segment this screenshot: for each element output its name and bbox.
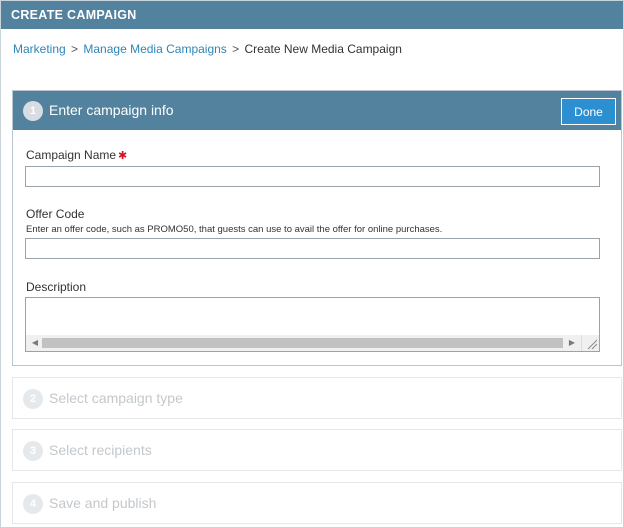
campaign-name-label: Campaign Name ✱ bbox=[26, 148, 127, 162]
step-select-recipients: 3 Select recipients bbox=[12, 429, 622, 471]
step-save-and-publish: 4 Save and publish bbox=[12, 482, 622, 524]
scroll-right-arrow-icon[interactable]: ▶ bbox=[565, 335, 579, 351]
step-2-title: Select campaign type bbox=[49, 390, 183, 406]
breadcrumb-separator: > bbox=[232, 42, 240, 56]
step-4-number-badge: 4 bbox=[23, 494, 43, 514]
breadcrumb-manage-media-campaigns-link[interactable]: Manage Media Campaigns bbox=[83, 42, 226, 56]
step-enter-campaign-info: 1 Enter campaign info Done Campaign Name… bbox=[12, 90, 622, 366]
breadcrumb-current: Create New Media Campaign bbox=[244, 42, 402, 56]
step-3-number-badge: 3 bbox=[23, 441, 43, 461]
resize-grip-icon[interactable] bbox=[581, 335, 599, 351]
breadcrumb-marketing-link[interactable]: Marketing bbox=[13, 42, 66, 56]
step-4-title: Save and publish bbox=[49, 495, 157, 511]
offer-code-input[interactable] bbox=[25, 238, 600, 259]
page-title-bar: CREATE CAMPAIGN bbox=[1, 1, 623, 29]
campaign-name-input[interactable] bbox=[25, 166, 600, 187]
step-3-title: Select recipients bbox=[49, 442, 152, 458]
breadcrumb-separator: > bbox=[71, 42, 79, 56]
page-title: CREATE CAMPAIGN bbox=[11, 8, 137, 22]
step-1-number-badge: 1 bbox=[23, 101, 43, 121]
campaign-name-label-text: Campaign Name bbox=[26, 148, 117, 162]
create-campaign-page: CREATE CAMPAIGN Marketing > Manage Media… bbox=[0, 0, 624, 528]
required-asterisk-icon: ✱ bbox=[118, 150, 128, 162]
description-textarea[interactable] bbox=[26, 298, 599, 335]
offer-code-help-text: Enter an offer code, such as PROMO50, th… bbox=[26, 224, 443, 235]
step-2-number-badge: 2 bbox=[23, 389, 43, 409]
scrollbar-thumb[interactable] bbox=[42, 338, 563, 348]
step-1-title: Enter campaign info bbox=[49, 102, 174, 118]
breadcrumb: Marketing > Manage Media Campaigns > Cre… bbox=[13, 42, 402, 56]
step-1-header: 1 Enter campaign info Done bbox=[13, 91, 621, 130]
description-horizontal-scrollbar[interactable]: ◀ ▶ bbox=[26, 335, 599, 351]
description-label: Description bbox=[26, 280, 87, 294]
scroll-left-arrow-icon[interactable]: ◀ bbox=[28, 335, 42, 351]
done-button[interactable]: Done bbox=[561, 98, 616, 125]
description-textarea-container: ◀ ▶ bbox=[25, 297, 600, 352]
step-select-campaign-type: 2 Select campaign type bbox=[12, 377, 622, 419]
offer-code-label: Offer Code bbox=[26, 207, 85, 221]
